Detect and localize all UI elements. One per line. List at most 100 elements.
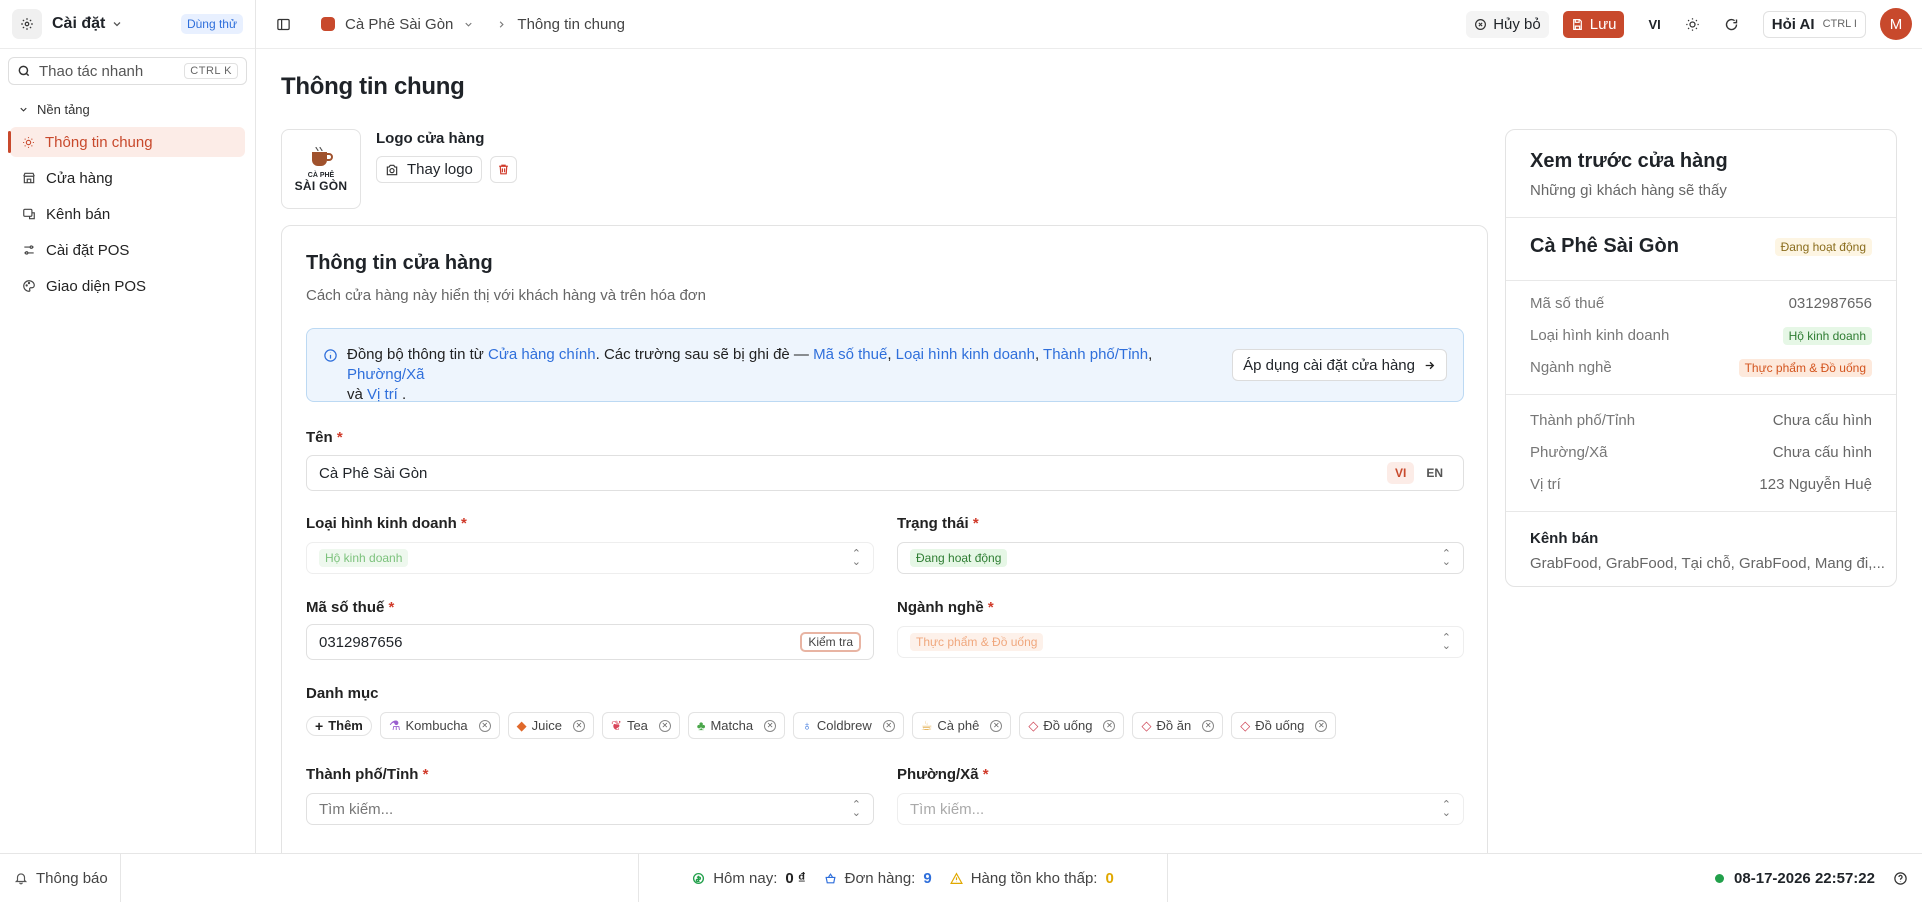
card-title: Thông tin cửa hàng (306, 252, 493, 274)
add-category-button[interactable]: + Thêm (306, 715, 372, 736)
chevron-down-icon[interactable] (463, 19, 474, 30)
arrow-right-icon (1425, 361, 1435, 369)
link-ward[interactable]: Phường/Xã (347, 366, 424, 383)
store-icon (23, 172, 35, 184)
link-tax-code[interactable]: Mã số thuế (813, 346, 887, 363)
remove-chip-icon[interactable]: ✕ (1103, 719, 1116, 732)
city-select[interactable]: Tìm kiếm... ⌃ ⌄ (306, 793, 874, 825)
required-mark: * (987, 599, 994, 616)
today-value: 0 ₫ (785, 869, 806, 887)
page-title: Thông tin chung (281, 73, 465, 100)
card-subtitle: Cách cửa hàng này hiển thị với khách hàn… (306, 287, 706, 304)
sidebar-item-store[interactable]: Cửa hàng (10, 163, 245, 193)
category-chip[interactable]: ◆ Juice ✕ (507, 712, 595, 739)
category-chip[interactable]: ◇ Đồ uống ✕ (1019, 712, 1125, 739)
category-chip[interactable]: ♁ Coldbrew ✕ (793, 712, 904, 739)
select-updown-icon: ⌃ ⌄ (851, 548, 861, 568)
ward-select[interactable]: Tìm kiếm... ⌃ ⌄ (897, 793, 1464, 825)
info-text-part: , (1034, 346, 1044, 363)
lang-tab-en[interactable]: EN (1418, 462, 1451, 484)
status-bar: Thông báo Hôm nay: 0 ₫ Đơn hàng: 9 Hàng … (0, 853, 1922, 902)
tax-code-input[interactable]: 0312987656 Kiểm tra (306, 624, 874, 660)
sidebar-toggle-icon[interactable] (276, 17, 291, 32)
remove-chip-icon[interactable]: ✕ (764, 719, 777, 732)
avatar[interactable]: M (1880, 8, 1912, 40)
status-select[interactable]: Đang hoạt động ⌃ ⌄ (897, 542, 1464, 574)
breadcrumb-store[interactable]: Cà Phê Sài Gòn (345, 16, 453, 33)
sidebar-item-label: Giao diện POS (46, 277, 147, 295)
check-tax-button[interactable]: Kiểm tra (800, 632, 861, 652)
category-chip-label: Đồ ăn (1156, 718, 1192, 733)
preview-row-label: Mã số thuế (1530, 295, 1605, 312)
link-business-type[interactable]: Loại hình kinh doanh (896, 346, 1035, 363)
remove-chip-icon[interactable]: ✕ (658, 719, 671, 732)
sidebar-item-pos-settings[interactable]: Cài đặt POS (10, 235, 245, 265)
category-chips: + Thêm ⚗ Kombucha ✕ ◆ Juice ✕ ❦ Tea ✕ ♣ Matcha ✕ … (306, 712, 1337, 739)
remove-chip-icon[interactable]: ✕ (573, 719, 586, 732)
today-label: Hôm nay: (713, 869, 778, 887)
link-location[interactable]: Vị trí (367, 386, 398, 403)
sidebar-item-pos-theme[interactable]: Giao diện POS (10, 271, 245, 301)
save-icon (1572, 18, 1582, 30)
name-input[interactable]: Cà Phê Sài Gòn VI EN (306, 455, 1464, 491)
remove-chip-icon[interactable]: ✕ (1202, 719, 1215, 732)
ward-label: Phường/Xã * (897, 766, 989, 783)
remove-chip-icon[interactable]: ✕ (1315, 719, 1328, 732)
cancel-button[interactable]: Hủy bỏ (1466, 10, 1549, 38)
link-city[interactable]: Thành phố/Tỉnh (1043, 346, 1148, 363)
apply-store-settings-button[interactable]: Áp dụng cài đặt cửa hàng (1232, 349, 1447, 381)
app-root: Cài đặt Dùng thử Thao tác nhanh CTRL K N… (0, 0, 1922, 902)
remove-chip-icon[interactable]: ✕ (882, 719, 895, 732)
save-button[interactable]: Lưu (1562, 10, 1625, 38)
quick-actions-search[interactable]: Thao tác nhanh CTRL K (8, 57, 247, 85)
language-switch[interactable]: VI (1648, 17, 1660, 32)
coffee-icon: ☕ (920, 717, 933, 733)
preview-subtitle: Những gì khách hàng sẽ thấy (1530, 182, 1727, 199)
category-chip[interactable]: ◇ Đồ uống ✕ (1231, 712, 1337, 739)
ask-ai-button[interactable]: Hỏi AI CTRL I (1762, 10, 1866, 38)
tag-icon: ◇ (1141, 717, 1152, 733)
link-main-store[interactable]: Cửa hàng chính (488, 346, 596, 363)
low-stock-value: 0 (1105, 869, 1114, 887)
datetime: 08-17-2026 22:57:22 (1734, 869, 1875, 887)
search-placeholder: Thao tác nhanh (39, 62, 144, 80)
category-chip-label: Matcha (710, 718, 754, 733)
refresh-icon[interactable] (1724, 17, 1739, 32)
category-chip[interactable]: ⚗ Kombucha ✕ (379, 712, 500, 739)
category-chip-label: Juice (531, 718, 563, 733)
delete-logo-button[interactable] (489, 156, 517, 183)
name-label-text: Tên (306, 429, 333, 446)
low-stock-label: Hàng tồn kho thấp: (970, 869, 1098, 887)
category-chip[interactable]: ☕ Cà phê ✕ (911, 712, 1012, 739)
lang-tab-vi[interactable]: VI (1386, 462, 1415, 484)
required-mark: * (422, 766, 429, 783)
nav-group-platform[interactable]: Nền tảng (0, 99, 255, 119)
help-icon[interactable] (1893, 871, 1908, 886)
theme-sun-icon[interactable] (1685, 17, 1700, 32)
category-chip[interactable]: ◇ Đồ ăn ✕ (1132, 712, 1224, 739)
category-chip-label: Cà phê (937, 718, 980, 733)
divider (1506, 394, 1896, 395)
settings-gear-icon[interactable] (12, 9, 42, 39)
city-placeholder: Tìm kiếm... (319, 800, 394, 818)
sync-info-banner: Đồng bộ thông tin từ Cửa hàng chính. Các… (306, 328, 1464, 403)
main-content: Thông tin chung CÀ PHÊ SÀI GÒN Logo cửa … (256, 49, 1922, 853)
business-type-select[interactable]: Hộ kinh doanh ⌃ ⌄ (306, 542, 874, 574)
category-chip[interactable]: ♣ Matcha ✕ (687, 712, 786, 739)
remove-chip-icon[interactable]: ✕ (478, 719, 491, 732)
remove-chip-icon[interactable]: ✕ (990, 719, 1003, 732)
category-chip[interactable]: ❦ Tea ✕ (602, 712, 680, 739)
workspace-switcher[interactable]: Cài đặt (52, 15, 123, 33)
notifications-button[interactable]: Thông báo (0, 854, 121, 902)
change-logo-button[interactable]: Thay logo (376, 156, 482, 183)
preview-row-value: Chưa cấu hình (1772, 412, 1872, 429)
industry-select[interactable]: Thực phẩm & Đồ uống ⌃ ⌄ (897, 626, 1464, 658)
preview-row-label: Thành phố/Tỉnh (1530, 412, 1636, 429)
store-logo[interactable]: CÀ PHÊ SÀI GÒN (281, 129, 361, 209)
preview-row-location: Vị trí 123 Nguyễn Huệ (1530, 476, 1872, 493)
info-text-part: . (397, 386, 407, 403)
sidebar-item-general[interactable]: Thông tin chung (8, 127, 245, 157)
trial-badge[interactable]: Dùng thử (180, 14, 243, 34)
preview-row-industry: Ngành nghề Thực phẩm & Đồ uống (1530, 359, 1872, 377)
sidebar-item-channels[interactable]: Kênh bán (10, 199, 245, 229)
